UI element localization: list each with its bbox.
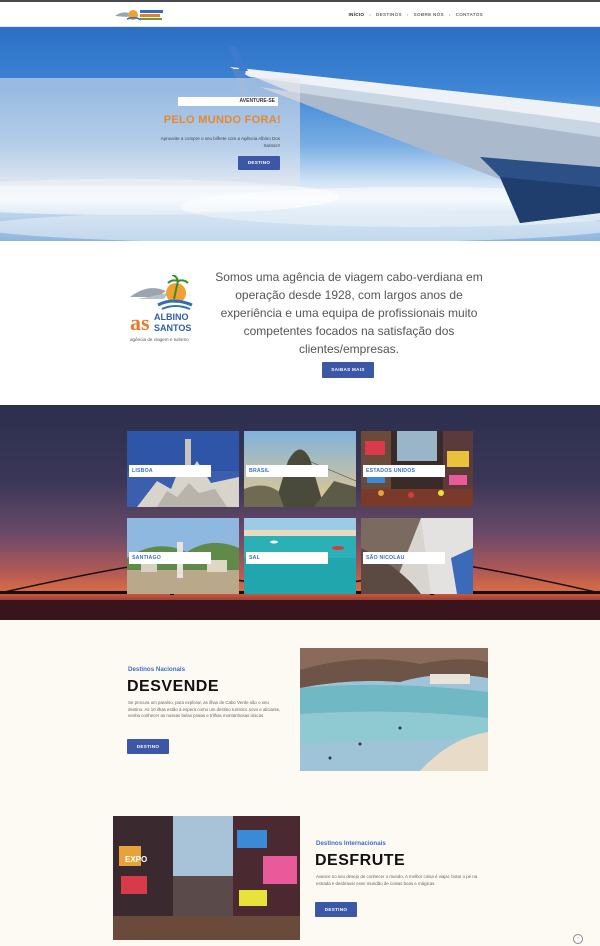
about-section: as ALBINO SANTOS agência de viagem e tur… (0, 241, 600, 405)
chevron-up-icon: ↑ (576, 936, 580, 942)
hero-destino-button[interactable]: DESTINO (238, 156, 280, 170)
destinations-section: LISBOA BRASIL ESTADOS UNIDOS SANTIAGO SA… (0, 405, 600, 620)
saibas-mais-button[interactable]: SAIBAS MAIS (322, 362, 374, 378)
svg-text:EXPO: EXPO (125, 855, 147, 864)
tile-label: SANTIAGO (129, 552, 211, 564)
destination-tile-sao-nicolau[interactable]: SÃO NICOLAU (361, 518, 473, 594)
tile-label: SÃO NICOLAU (363, 552, 445, 564)
svg-text:SANTOS: SANTOS (154, 323, 191, 333)
international-text: Avance no seu desejo de conhecer o mundo… (316, 874, 478, 886)
international-title: DESFRUTE (315, 852, 406, 869)
tile-label: SAL (246, 552, 328, 564)
nav-contatos[interactable]: CONTATOS (451, 12, 488, 17)
times-square-image: EXPO (113, 816, 300, 940)
logo-monogram: as (130, 310, 150, 335)
site-logo[interactable] (113, 6, 165, 25)
hero-title: PELO MUNDO FORA! (163, 114, 281, 126)
scroll-to-top-button[interactable]: ↑ (573, 934, 583, 944)
nav-sobre-nos[interactable]: SOBRE NÓS (409, 12, 449, 17)
beach-image (300, 648, 488, 771)
about-text: Somos uma agência de viagem cabo-verdian… (215, 270, 483, 356)
hero-banner: AVENTURE-SE PELO MUNDO FORA! Aproveite a… (0, 27, 600, 241)
svg-text:ALBINO: ALBINO (154, 312, 189, 322)
svg-text:agência de viagem e turismo: agência de viagem e turismo (130, 337, 189, 342)
hero-text: Aproveite a compre o seu bilhete com a A… (160, 136, 280, 148)
national-text: Se procura um paraíso, para explorar, as… (128, 700, 281, 718)
national-destinations-section: Destinos Nacionais DESVENDE Se procura u… (0, 620, 600, 810)
header: INÍCIO • DESTINOS • SOBRE NÓS • CONTATOS (0, 0, 600, 27)
tile-label: ESTADOS UNIDOS (363, 465, 445, 477)
tile-label: LISBOA (129, 465, 211, 477)
agency-logo: as ALBINO SANTOS agência de viagem e tur… (128, 274, 202, 347)
destination-tile-lisboa[interactable]: LISBOA (127, 431, 239, 507)
hero-tag: AVENTURE-SE (178, 97, 278, 106)
international-destinations-section: EXPO Destinos Internacionais DESFRUTE Av… (0, 810, 600, 946)
nav-inicio[interactable]: INÍCIO (343, 12, 369, 17)
national-title: DESVENDE (127, 678, 220, 695)
nav-destinos[interactable]: DESTINOS (371, 12, 407, 17)
destination-tile-santiago[interactable]: SANTIAGO (127, 518, 239, 594)
international-destino-button[interactable]: DESTINO (315, 902, 357, 917)
international-label: Destinos Internacionais (316, 840, 386, 847)
destination-tile-brasil[interactable]: BRASIL (244, 431, 356, 507)
national-destino-button[interactable]: DESTINO (127, 739, 169, 754)
destination-tile-estados-unidos[interactable]: ESTADOS UNIDOS (361, 431, 473, 507)
tile-label: BRASIL (246, 465, 328, 477)
national-label: Destinos Nacionais (128, 666, 186, 673)
main-nav: INÍCIO • DESTINOS • SOBRE NÓS • CONTATOS (343, 12, 488, 17)
destination-tile-sal[interactable]: SAL (244, 518, 356, 594)
